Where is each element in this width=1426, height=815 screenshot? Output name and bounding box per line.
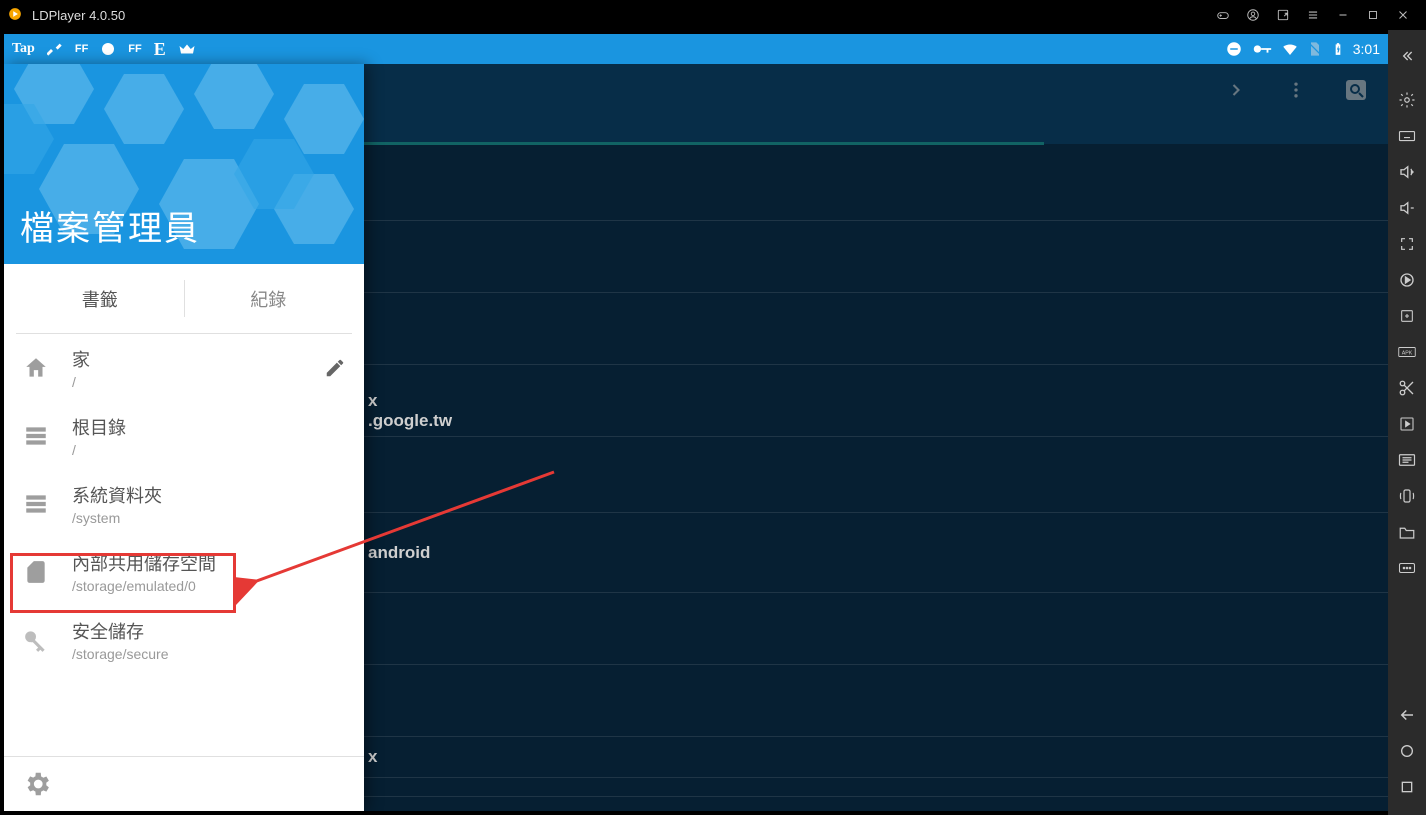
shared-folder-icon[interactable] — [1388, 514, 1426, 550]
edit-icon[interactable] — [324, 357, 346, 379]
recents-icon[interactable] — [1388, 769, 1426, 805]
back-icon[interactable] — [1388, 697, 1426, 733]
clock-time: 3:01 — [1353, 41, 1380, 57]
no-sim-icon — [1307, 41, 1323, 57]
sd-card-icon — [22, 558, 50, 586]
scissors-icon[interactable] — [1388, 370, 1426, 406]
nav-path: /storage/emulated/0 — [72, 578, 216, 594]
operation-record-icon[interactable] — [1388, 442, 1426, 478]
fullscreen-icon[interactable] — [1388, 226, 1426, 262]
drawer-footer — [4, 756, 364, 811]
tray-ff2: FF — [128, 43, 141, 55]
tray-crown-icon — [178, 40, 196, 58]
nav-item-internal-storage[interactable]: 內部共用儲存空間/storage/emulated/0 — [4, 538, 364, 606]
svg-text:APK: APK — [1402, 350, 1413, 356]
ldplayer-logo-icon — [8, 7, 24, 23]
close-button[interactable] — [1388, 0, 1418, 30]
emulator-screen: Tap FF FF E 3:01 ated ❯ — [0, 30, 1388, 815]
account-icon[interactable] — [1238, 0, 1268, 30]
minimize-button[interactable] — [1328, 0, 1358, 30]
settings-gear-icon[interactable] — [1388, 82, 1426, 118]
storage-icon — [22, 490, 50, 518]
drawer-tabs: 書籤 紀錄 — [16, 264, 352, 334]
menu-icon[interactable] — [1298, 0, 1328, 30]
settings-icon[interactable] — [22, 769, 346, 799]
ldplayer-side-toolbar: APK — [1388, 30, 1426, 815]
keyboard-icon[interactable] — [1388, 118, 1426, 154]
key-icon — [22, 626, 50, 654]
volume-down-icon[interactable] — [1388, 190, 1426, 226]
apk-icon[interactable]: APK — [1388, 334, 1426, 370]
tray-face-icon — [100, 41, 116, 57]
home-nav-icon[interactable] — [1388, 733, 1426, 769]
shake-icon[interactable] — [1388, 478, 1426, 514]
volume-up-icon[interactable] — [1388, 154, 1426, 190]
more-horiz-icon[interactable] — [1388, 550, 1426, 586]
drawer-nav: 家/ 根目錄/ 系統資料夾/system 內部共用儲存空間/storage/em… — [4, 334, 364, 756]
android-statusbar: Tap FF FF E 3:01 — [4, 34, 1388, 64]
nav-item-home[interactable]: 家/ — [4, 334, 364, 402]
home-icon — [22, 354, 50, 382]
tab-bookmarks[interactable]: 書籤 — [16, 264, 184, 333]
nav-item-root[interactable]: 根目錄 / — [4, 402, 364, 470]
drawer-header: 檔案管理員 — [4, 64, 364, 264]
window-titlebar: LDPlayer 4.0.50 — [0, 0, 1426, 30]
tray-ff1: FF — [75, 43, 88, 55]
tab-history[interactable]: 紀錄 — [185, 264, 353, 333]
sync-icon[interactable] — [1388, 262, 1426, 298]
tray-app-tap: Tap — [12, 41, 35, 57]
mini-window-icon[interactable] — [1268, 0, 1298, 30]
record-icon[interactable] — [1388, 406, 1426, 442]
nav-label: 根目錄 — [72, 414, 126, 440]
vpn-key-icon — [1251, 38, 1273, 60]
nav-path: / — [72, 374, 90, 390]
nav-path: / — [72, 442, 126, 458]
tray-e-icon: E — [154, 39, 166, 60]
navigation-drawer: 檔案管理員 書籤 紀錄 家/ 根目錄/ 系統資料夾/sy — [4, 64, 364, 811]
storage-icon — [22, 422, 50, 450]
nav-path: /system — [72, 510, 162, 526]
nav-label: 安全儲存 — [72, 618, 169, 644]
multi-instance-icon[interactable] — [1388, 298, 1426, 334]
nav-item-system[interactable]: 系統資料夾/system — [4, 470, 364, 538]
gamepad-icon[interactable] — [1208, 0, 1238, 30]
wifi-icon — [1281, 40, 1299, 58]
collapse-icon[interactable] — [1388, 38, 1426, 74]
battery-icon — [1331, 40, 1345, 58]
nav-label: 內部共用儲存空間 — [72, 550, 216, 576]
nav-label: 系統資料夾 — [72, 482, 162, 508]
drawer-title: 檔案管理員 — [20, 201, 200, 250]
nodisturb-icon — [1225, 40, 1243, 58]
tray-wrench-icon — [47, 41, 63, 57]
nav-label: 家 — [72, 346, 90, 372]
nav-item-secure[interactable]: 安全儲存/storage/secure — [4, 606, 364, 674]
window-title: LDPlayer 4.0.50 — [32, 8, 125, 23]
nav-path: /storage/secure — [72, 646, 169, 662]
maximize-button[interactable] — [1358, 0, 1388, 30]
